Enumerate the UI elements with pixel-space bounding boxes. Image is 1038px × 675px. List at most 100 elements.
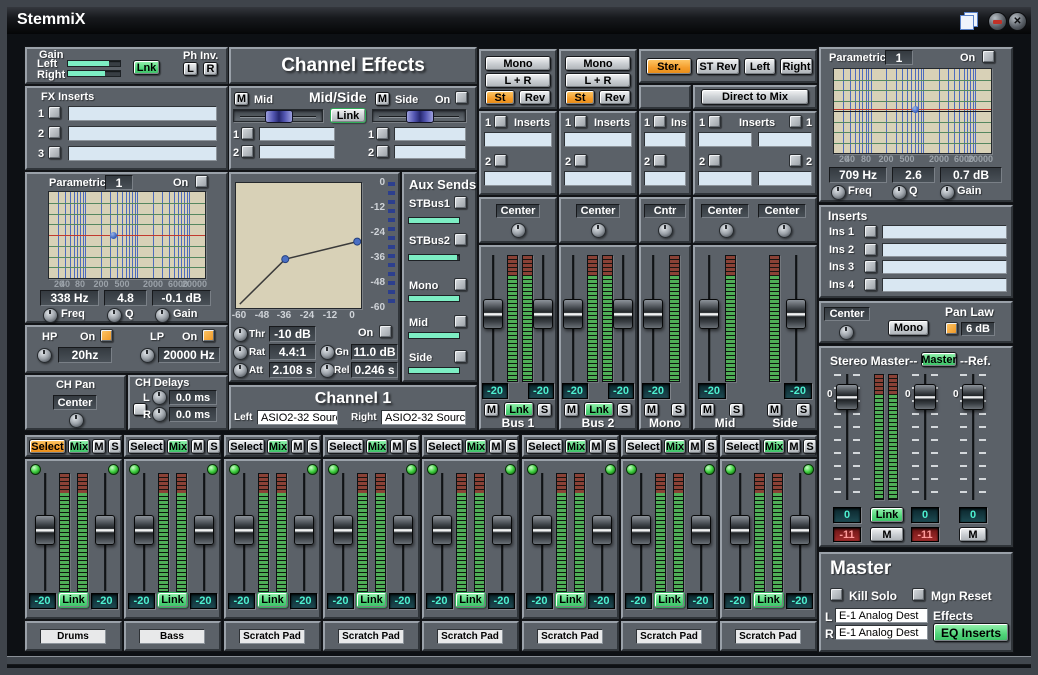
side-m-button[interactable]: M — [375, 92, 390, 106]
strip1-right-fader-handle[interactable] — [95, 515, 115, 545]
strip1-select-button[interactable]: Select — [29, 439, 66, 454]
gain-link-button[interactable]: Lnk — [133, 60, 160, 75]
mid-side-on-checkbox[interactable] — [455, 91, 468, 104]
eq-right-graph[interactable] — [833, 68, 992, 154]
compressor-graph[interactable] — [235, 182, 362, 309]
strip5-solo-button[interactable]: S — [505, 439, 519, 454]
hp-freq-knob[interactable] — [37, 348, 52, 363]
side-bus-insert2-field[interactable] — [758, 171, 812, 186]
strip1-mix-button[interactable]: Mix — [68, 439, 90, 454]
mono-bus-insert1-checkbox[interactable] — [653, 115, 666, 128]
channel-left-source-field[interactable]: ASIO2-32 Sourc — [257, 410, 338, 425]
delay-right-display[interactable]: 0.0 ms — [169, 407, 217, 422]
eq-left-q-knob[interactable] — [107, 308, 122, 323]
phase-invert-left-button[interactable]: L — [183, 62, 198, 76]
bus2-lr-button[interactable]: L + R — [565, 73, 631, 88]
eq-left-gain-display[interactable]: -0.1 dB — [152, 290, 211, 306]
direct-to-mix-button[interactable]: Direct to Mix — [701, 89, 809, 105]
fx-insert-2-checkbox[interactable] — [48, 126, 61, 139]
strip7-name-field[interactable]: Scratch Pad — [636, 629, 702, 644]
master-left-dest-field[interactable]: E-1 Analog Dest — [835, 608, 928, 623]
lp-freq-knob[interactable] — [140, 348, 155, 363]
bus2-insert1-field[interactable] — [564, 132, 632, 147]
hp-on-checkbox[interactable] — [100, 329, 113, 342]
master-insert-2-checkbox[interactable] — [864, 243, 877, 256]
strip3-name-field[interactable]: Scratch Pad — [239, 629, 305, 644]
strip4-name-field[interactable]: Scratch Pad — [338, 629, 404, 644]
bus1-insert2-field[interactable] — [484, 171, 552, 186]
strip6-link-button[interactable]: Link — [555, 592, 586, 608]
strip3-mix-button[interactable]: Mix — [267, 439, 289, 454]
strip1-mute-button[interactable]: M — [92, 439, 106, 454]
strip5-left-fader-handle[interactable] — [432, 515, 452, 545]
strip8-mute-button[interactable]: M — [787, 439, 801, 454]
eq-left-freq-display[interactable]: 338 Hz — [40, 290, 99, 306]
master-insert-4-checkbox[interactable] — [864, 278, 877, 291]
master-link-button[interactable]: Link — [870, 507, 904, 523]
pan-law-display[interactable]: 6 dB — [961, 322, 995, 336]
aux-send-3-checkbox[interactable] — [454, 315, 467, 328]
release-knob[interactable] — [320, 363, 335, 378]
fx-insert-3-field[interactable] — [68, 146, 217, 161]
aux-send-4-checkbox[interactable] — [454, 350, 467, 363]
strip8-select-button[interactable]: Select — [724, 439, 761, 454]
strip6-left-fader-handle[interactable] — [532, 515, 552, 545]
strip4-mix-button[interactable]: Mix — [366, 439, 388, 454]
strip5-link-button[interactable]: Link — [455, 592, 486, 608]
mid-bus-insert2-field[interactable] — [698, 171, 752, 186]
strip2-select-button[interactable]: Select — [128, 439, 165, 454]
strip3-left-fader-handle[interactable] — [234, 515, 254, 545]
kill-solo-checkbox[interactable] — [830, 588, 843, 601]
compressor-on-checkbox[interactable] — [379, 325, 392, 338]
master-insert-2-field[interactable] — [882, 243, 1007, 257]
strip4-select-button[interactable]: Select — [327, 439, 364, 454]
bus1-pan-knob[interactable] — [511, 223, 526, 238]
mid-bus-fader-handle[interactable] — [699, 299, 719, 329]
aux-send-0-checkbox[interactable] — [454, 196, 467, 209]
mid-bus-pan-knob[interactable] — [719, 223, 734, 238]
strip2-link-button[interactable]: Link — [157, 592, 188, 608]
mono-bus-insert2-checkbox[interactable] — [653, 154, 666, 167]
delay-right-knob[interactable] — [152, 407, 167, 422]
bus2-link-button[interactable]: Lnk — [584, 402, 614, 417]
strip8-solo-button[interactable]: S — [803, 439, 817, 454]
mono-bus-pan-display[interactable]: Cntr — [644, 204, 686, 218]
threshold-knob[interactable] — [233, 327, 248, 342]
side-insert1-checkbox[interactable] — [376, 127, 389, 140]
release-display[interactable]: 0.246 s — [351, 362, 398, 378]
master-insert-3-checkbox[interactable] — [864, 260, 877, 273]
bus1-right-fader-handle[interactable] — [533, 299, 553, 329]
strip2-solo-button[interactable]: S — [207, 439, 221, 454]
strip3-right-fader-handle[interactable] — [294, 515, 314, 545]
fx-insert-1-field[interactable] — [68, 106, 217, 121]
bus1-st-button[interactable]: St — [485, 90, 515, 105]
routing-ster--button[interactable]: Ster. — [646, 58, 692, 75]
master-insert-1-checkbox[interactable] — [864, 225, 877, 238]
eq-right-freq-knob[interactable] — [831, 185, 846, 200]
side-bus-fader-handle[interactable] — [786, 299, 806, 329]
master-col-1-mute-button[interactable]: M — [870, 527, 904, 542]
eq-right-on-checkbox[interactable] — [982, 50, 995, 63]
eq-left-gain-knob[interactable] — [155, 308, 170, 323]
fx-insert-3-checkbox[interactable] — [48, 146, 61, 159]
side-insert2-bus-checkbox[interactable] — [789, 154, 802, 167]
mid-insert1-checkbox[interactable] — [241, 127, 254, 140]
strip7-mute-button[interactable]: M — [688, 439, 702, 454]
close-button[interactable]: ✕ — [1008, 12, 1027, 31]
mgn-reset-checkbox[interactable] — [912, 588, 925, 601]
strip1-solo-button[interactable]: S — [108, 439, 122, 454]
strip4-link-button[interactable]: Link — [356, 592, 387, 608]
master-insert-4-field[interactable] — [882, 278, 1007, 292]
mid-bus-solo-button[interactable]: S — [729, 403, 744, 417]
routing-left-button[interactable]: Left — [744, 58, 776, 75]
strip2-mix-button[interactable]: Mix — [167, 439, 189, 454]
bus1-insert1-checkbox[interactable] — [494, 115, 507, 128]
makeup-gain-knob[interactable] — [320, 345, 335, 360]
mono-bus-pan-knob[interactable] — [658, 223, 673, 238]
strip1-name-field[interactable]: Drums — [40, 629, 106, 644]
strip6-select-button[interactable]: Select — [526, 439, 563, 454]
strip3-solo-button[interactable]: S — [307, 439, 321, 454]
bus1-insert1-field[interactable] — [484, 132, 552, 147]
fx-insert-1-checkbox[interactable] — [48, 106, 61, 119]
strip6-solo-button[interactable]: S — [605, 439, 619, 454]
